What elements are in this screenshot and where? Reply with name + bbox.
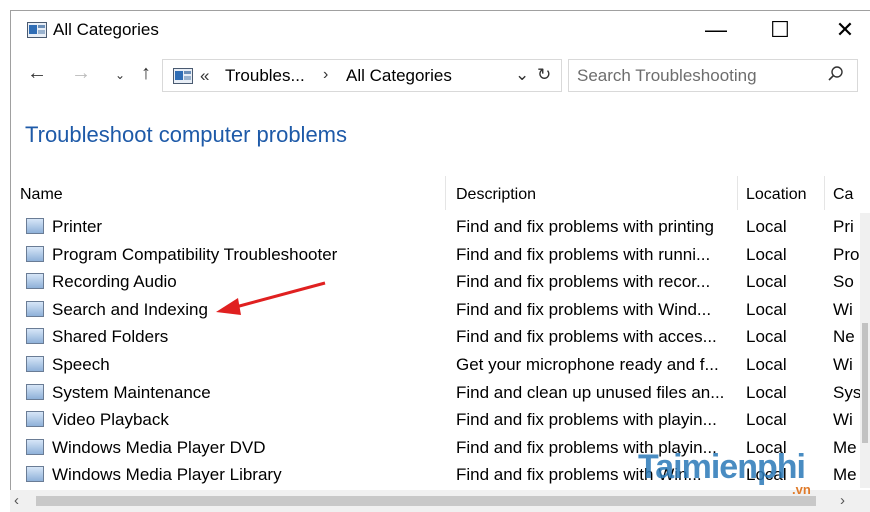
system-maintenance-icon bbox=[26, 383, 44, 400]
speech-icon bbox=[26, 355, 44, 372]
search-indexing-icon bbox=[26, 300, 44, 317]
navigation-bar: ← → ⌄ ↑ « Troubles... › All Categories ⌄… bbox=[10, 58, 870, 98]
search-box[interactable] bbox=[568, 59, 858, 92]
vertical-scroll-thumb[interactable] bbox=[862, 323, 868, 443]
close-button[interactable]: ✕ bbox=[815, 10, 870, 50]
item-description: Find and fix problems with runni... bbox=[456, 244, 711, 264]
up-button[interactable]: ↑ bbox=[133, 62, 159, 85]
maximize-icon: ☐ bbox=[770, 17, 790, 42]
program-compatibility-icon bbox=[26, 245, 44, 262]
item-location: Local bbox=[746, 217, 787, 236]
item-location: Local bbox=[746, 410, 787, 430]
item-description: Find and fix problems with printing bbox=[456, 217, 714, 236]
refresh-icon[interactable]: ↻ bbox=[537, 65, 551, 85]
column-header-name[interactable]: Name bbox=[20, 182, 63, 210]
hidden-crumbs-chevron[interactable]: « bbox=[200, 66, 209, 86]
back-button[interactable]: ← bbox=[24, 62, 50, 85]
search-input[interactable] bbox=[577, 66, 817, 86]
item-location: Local bbox=[746, 299, 787, 319]
item-name[interactable]: Windows Media Player DVD bbox=[52, 438, 266, 458]
item-name[interactable]: Printer bbox=[52, 217, 102, 237]
recording-audio-icon bbox=[26, 273, 44, 290]
list-item[interactable]: Printer Find and fix problems with printi… bbox=[10, 213, 870, 241]
breadcrumb-separator-icon[interactable]: › bbox=[323, 66, 328, 84]
list-item[interactable]: Program Compatibility Troubleshooter Find… bbox=[10, 241, 870, 269]
window-title: All Categories bbox=[53, 20, 159, 39]
vertical-scrollbar[interactable] bbox=[860, 213, 870, 488]
watermark-domain: .vn bbox=[792, 482, 811, 497]
control-panel-icon bbox=[173, 68, 193, 84]
horizontal-scrollbar[interactable]: ‹ › bbox=[10, 490, 870, 512]
search-icon[interactable] bbox=[827, 65, 845, 83]
scroll-left-icon[interactable]: ‹ bbox=[14, 492, 19, 509]
item-description: Find and clean up unused files an... bbox=[456, 382, 725, 402]
item-description: Get your microphone ready and f... bbox=[456, 354, 719, 374]
close-icon: ✕ bbox=[835, 17, 855, 42]
minimize-icon: — bbox=[705, 17, 727, 42]
column-divider[interactable] bbox=[824, 176, 825, 210]
printer-icon bbox=[26, 218, 44, 234]
item-location: Local bbox=[746, 327, 787, 347]
item-name[interactable]: Windows Media Player Library bbox=[52, 465, 282, 485]
column-divider[interactable] bbox=[445, 176, 446, 210]
recent-locations-button[interactable]: ⌄ bbox=[107, 68, 133, 82]
item-location: Local bbox=[746, 272, 787, 292]
scroll-right-icon[interactable]: › bbox=[840, 492, 845, 509]
item-location: Local bbox=[746, 244, 787, 264]
maximize-button[interactable]: ☐ bbox=[750, 10, 810, 50]
list-item[interactable]: Speech Get your microphone ready and f...… bbox=[10, 351, 870, 379]
list-item[interactable]: Shared Folders Find and fix problems with… bbox=[10, 323, 870, 351]
media-player-dvd-icon bbox=[26, 438, 44, 455]
item-description: Find and fix problems with acces... bbox=[456, 327, 717, 347]
media-player-library-icon bbox=[26, 466, 44, 483]
item-name[interactable]: System Maintenance bbox=[52, 383, 211, 403]
item-name[interactable]: Shared Folders bbox=[52, 327, 168, 347]
item-name[interactable]: Video Playback bbox=[52, 410, 169, 430]
column-header-location[interactable]: Location bbox=[746, 182, 807, 210]
list-item[interactable]: Video Playback Find and fix problems with… bbox=[10, 406, 870, 434]
page-title: Troubleshoot computer problems bbox=[25, 122, 348, 147]
item-description: Find and fix problems with recor... bbox=[456, 272, 711, 292]
breadcrumb-troubleshooting[interactable]: Troubles... bbox=[225, 66, 305, 86]
column-header-category[interactable]: Ca bbox=[833, 182, 870, 210]
list-item[interactable]: Recording Audio Find and fix problems wit… bbox=[10, 268, 870, 296]
address-bar[interactable]: « Troubles... › All Categories ⌄ ↻ bbox=[162, 59, 562, 92]
video-playback-icon bbox=[26, 411, 44, 428]
item-name[interactable]: Search and Indexing bbox=[52, 300, 208, 320]
item-name[interactable]: Speech bbox=[52, 355, 110, 375]
horizontal-scroll-thumb[interactable] bbox=[36, 496, 816, 506]
item-location: Local bbox=[746, 354, 787, 374]
breadcrumb-all-categories[interactable]: All Categories bbox=[346, 66, 452, 86]
minimize-button[interactable]: — bbox=[686, 10, 746, 50]
column-header-description[interactable]: Description bbox=[456, 182, 536, 210]
address-dropdown-icon[interactable]: ⌄ bbox=[515, 65, 529, 85]
shared-folders-icon bbox=[26, 328, 44, 345]
item-name[interactable]: Program Compatibility Troubleshooter bbox=[52, 245, 337, 265]
watermark-logo: Taimienphi bbox=[638, 448, 806, 486]
item-description: Find and fix problems with Wind... bbox=[456, 299, 712, 319]
item-name[interactable]: Recording Audio bbox=[52, 272, 177, 292]
item-description: Find and fix problems with playin... bbox=[456, 410, 717, 430]
control-panel-icon bbox=[27, 22, 47, 38]
item-location: Local bbox=[746, 382, 787, 402]
title-bar: All Categories — ☐ ✕ bbox=[10, 10, 870, 50]
list-item[interactable]: Search and Indexing Find and fix problems… bbox=[10, 296, 870, 324]
list-item[interactable]: System Maintenance Find and clean up unus… bbox=[10, 379, 870, 407]
forward-button[interactable]: → bbox=[68, 62, 94, 85]
column-divider[interactable] bbox=[737, 176, 738, 210]
